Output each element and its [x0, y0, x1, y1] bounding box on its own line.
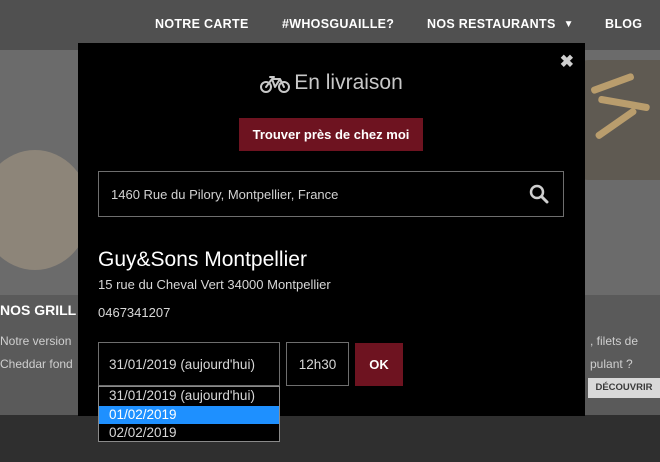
ok-button[interactable]: OK: [355, 343, 403, 386]
delivery-modal: ✖ En livraison Trouver près de chez moi …: [78, 43, 585, 416]
close-icon[interactable]: ✖: [560, 52, 574, 72]
background-card-text: Notre version: [0, 334, 72, 348]
search-icon[interactable]: [529, 184, 549, 204]
nav-whosguaille[interactable]: #WHOSGUAILLE?: [282, 17, 394, 31]
nav-blog[interactable]: BLOG: [605, 17, 642, 31]
discover-button[interactable]: DÉCOUVRIR: [588, 378, 660, 398]
address-search-input[interactable]: 1460 Rue du Pilory, Montpellier, France: [98, 171, 564, 217]
date-dropdown-list: 31/01/2019 (aujourd'hui) 01/02/2019 02/0…: [98, 386, 280, 442]
restaurant-phone: 0467341207: [98, 305, 171, 320]
bicycle-icon: [260, 76, 291, 93]
nav-notre-carte[interactable]: NOTRE CARTE: [155, 17, 249, 31]
date-option-highlighted[interactable]: 01/02/2019: [99, 406, 279, 424]
date-select[interactable]: 31/01/2019 (aujourd'hui): [98, 342, 280, 386]
background-card-text: , filets de: [590, 334, 639, 348]
time-select[interactable]: 12h30: [286, 342, 349, 386]
find-near-me-button[interactable]: Trouver près de chez moi: [239, 118, 423, 151]
date-option[interactable]: 02/02/2019: [99, 424, 279, 442]
restaurant-address: 15 rue du Cheval Vert 34000 Montpellier: [98, 277, 331, 292]
background-card-title: NOS GRILL: [0, 302, 77, 318]
chevron-down-icon: ▼: [563, 19, 574, 30]
address-search-value: 1460 Rue du Pilory, Montpellier, France: [111, 187, 339, 202]
date-option[interactable]: 31/01/2019 (aujourd'hui): [99, 387, 279, 405]
nav-nos-restaurants[interactable]: NOS RESTAURANTS ▼: [427, 17, 574, 31]
background-card-text: pulant ?: [590, 357, 633, 371]
background-card-text: Cheddar fond: [0, 357, 73, 371]
time-select-value: 12h30: [298, 357, 337, 372]
modal-title-text: En livraison: [294, 71, 403, 94]
restaurant-name: Guy&Sons Montpellier: [98, 248, 307, 271]
modal-title: En livraison: [78, 71, 585, 95]
date-select-value: 31/01/2019 (aujourd'hui): [109, 357, 255, 372]
